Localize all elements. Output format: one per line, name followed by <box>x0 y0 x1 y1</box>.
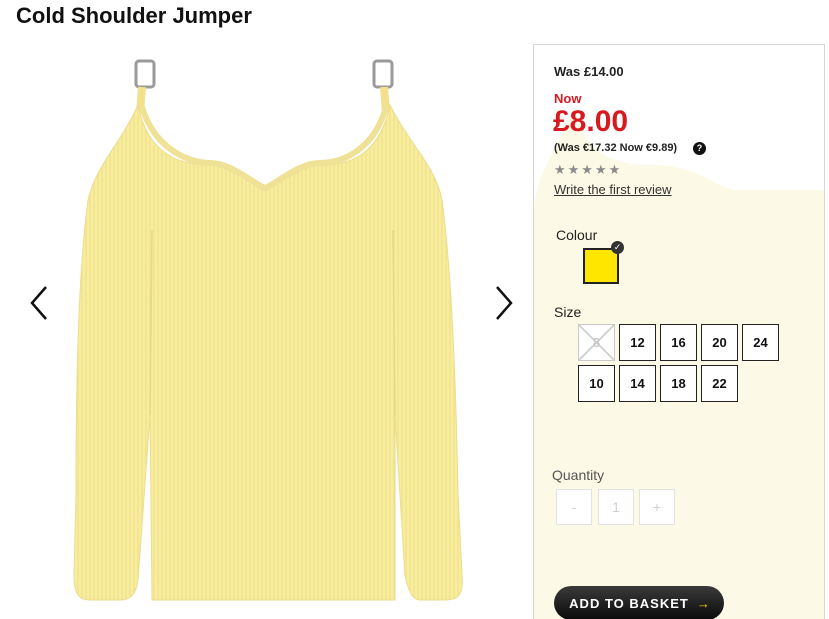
product-details-panel: Was £14.00 Now £8.00 (Was €17.32 Now €9.… <box>533 44 825 619</box>
current-price: £8.00 <box>553 105 629 138</box>
size-option-8[interactable]: 8 <box>578 324 615 361</box>
size-option-20[interactable]: 20 <box>701 324 738 361</box>
size-option-10[interactable]: 10 <box>578 365 615 402</box>
chevron-right-icon <box>496 286 513 320</box>
size-label: Size <box>554 304 582 320</box>
size-option-18[interactable]: 18 <box>660 365 697 402</box>
euro-price-info: (Was €17.32 Now €9.89) <box>554 142 678 154</box>
help-icon[interactable]: ? <box>693 142 706 155</box>
quantity-decrease-button[interactable]: - <box>556 489 592 525</box>
was-price: Was £14.00 <box>554 64 624 79</box>
add-to-basket-label: ADD TO BASKET <box>569 595 689 611</box>
chevron-left-icon <box>30 286 47 320</box>
product-image <box>73 59 463 601</box>
size-option-12[interactable]: 12 <box>619 324 656 361</box>
add-to-basket-button[interactable]: ADD TO BASKET → <box>554 586 724 619</box>
size-option-22[interactable]: 22 <box>701 365 738 402</box>
colour-swatch-yellow[interactable] <box>583 248 619 284</box>
quantity-input[interactable]: 1 <box>598 489 634 525</box>
product-image-gallery <box>0 40 533 619</box>
now-label: Now <box>554 91 582 106</box>
quantity-label: Quantity <box>552 467 605 483</box>
size-option-14[interactable]: 14 <box>619 365 656 402</box>
write-review-link[interactable]: Write the first review <box>554 182 672 197</box>
rating-stars: ★★★★★ <box>554 162 623 177</box>
gallery-prev-button[interactable] <box>26 283 56 323</box>
quantity-increase-button[interactable]: + <box>639 489 675 525</box>
page-title: Cold Shoulder Jumper <box>16 3 252 28</box>
check-icon: ✓ <box>611 241 624 254</box>
arrow-right-icon: → <box>696 595 711 611</box>
gallery-next-button[interactable] <box>489 283 519 323</box>
colour-label: Colour <box>556 227 598 243</box>
size-option-24[interactable]: 24 <box>742 324 779 361</box>
size-option-16[interactable]: 16 <box>660 324 697 361</box>
